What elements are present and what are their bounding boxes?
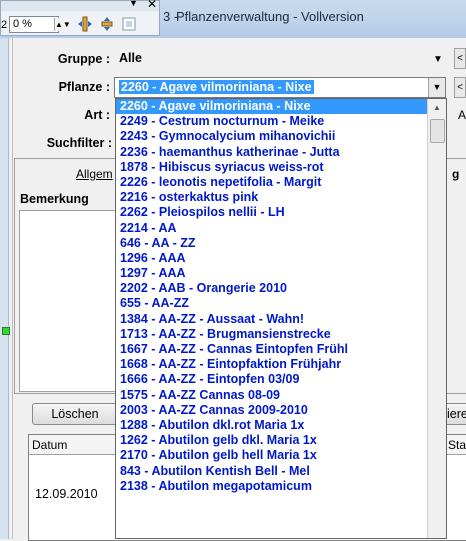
- loeschen-button[interactable]: Löschen: [32, 403, 118, 425]
- fit-width-icon[interactable]: [77, 16, 93, 32]
- grid-header-sta[interactable]: Sta: [445, 435, 466, 455]
- dropdown-item[interactable]: 1384 - AA-ZZ - Aussaat - Wahn!: [116, 312, 428, 327]
- dropdown-item[interactable]: 655 - AA-ZZ: [116, 296, 428, 311]
- suchfilter-label: Suchfilter :: [46, 136, 112, 150]
- dropdown-item[interactable]: 1667 - AA-ZZ - Cannas Eintopfen Frühl: [116, 342, 428, 357]
- dropdown-item[interactable]: 1297 - AAA: [116, 266, 428, 281]
- dropdown-item[interactable]: 2138 - Abutilon megapotamicum: [116, 479, 428, 494]
- pflanze-label: Pflanze :: [58, 80, 110, 94]
- pflanze-dropdown-icon[interactable]: ▼: [428, 78, 445, 97]
- dropdown-item[interactable]: 2216 - osterkaktus pink: [116, 190, 428, 205]
- gruppe-select[interactable]: Alle ▼: [114, 48, 444, 69]
- scroll-up-icon[interactable]: ▲: [428, 99, 446, 116]
- dropdown-item[interactable]: 2243 - Gymnocalycium mihanovichii: [116, 129, 428, 144]
- grid-cell-date[interactable]: 12.09.2010: [35, 487, 98, 501]
- dropdown-scrollbar[interactable]: ▲: [427, 99, 446, 538]
- dropdown-item[interactable]: 2003 - AA-ZZ Cannas 2009-2010: [116, 403, 428, 418]
- dropdown-item[interactable]: 1668 - AA-ZZ - Eintopfaktion Frühjahr: [116, 357, 428, 372]
- grid-header-datum[interactable]: Datum: [29, 435, 117, 455]
- tab-allgemein[interactable]: Allgem: [76, 167, 113, 181]
- pflanze-select[interactable]: 2260 - Agave vilmoriniana - Nixe ▼: [114, 77, 446, 98]
- zoom-spinner-icon[interactable]: ▲▼: [54, 18, 71, 31]
- dropdown-item[interactable]: 843 - Abutilon Kentish Bell - Mel: [116, 464, 428, 479]
- zoom-value: 0 %: [13, 18, 32, 30]
- dropdown-items: 2260 - Agave vilmoriniana - Nixe 2249 - C…: [116, 99, 428, 494]
- zoom-toolbar: ▼ ✕ 2 0 % ▲▼: [0, 0, 160, 36]
- dropdown-item[interactable]: 2260 - Agave vilmoriniana - Nixe: [116, 99, 428, 115]
- page-view-icon[interactable]: [121, 16, 137, 32]
- dropdown-item[interactable]: 2214 - AA: [116, 221, 428, 236]
- fit-page-icon[interactable]: [99, 16, 115, 32]
- dropdown-item[interactable]: 1575 - AA-ZZ Cannas 08-09: [116, 388, 428, 403]
- toolbar-close-icon[interactable]: ✕: [147, 0, 157, 11]
- resize-handle[interactable]: [2, 327, 10, 335]
- art-right-fragment: A: [458, 108, 466, 122]
- gruppe-value: Alle: [119, 51, 142, 65]
- bemerkung-label: Bemerkung: [20, 192, 89, 206]
- bemerkung-textarea[interactable]: [19, 210, 121, 392]
- dropdown-item[interactable]: 1878 - Hibiscus syriacus weiss-rot: [116, 160, 428, 175]
- dropdown-item[interactable]: 646 - AA - ZZ: [116, 236, 428, 251]
- dropdown-item[interactable]: 1296 - AAA: [116, 251, 428, 266]
- toolbar-left-fragment: 2: [1, 19, 8, 31]
- dropdown-item[interactable]: 2236 - haemanthus katherinae - Jutta: [116, 145, 428, 160]
- pflanze-value: 2260 - Agave vilmoriniana - Nixe: [119, 80, 314, 94]
- dropdown-item[interactable]: 1713 - AA-ZZ - Brugmansienstrecke: [116, 327, 428, 342]
- dropdown-item[interactable]: 1262 - Abutilon gelb dkl. Maria 1x: [116, 433, 428, 448]
- gruppe-side-button[interactable]: <: [454, 48, 466, 69]
- dropdown-item[interactable]: 2249 - Cestrum nocturnum - Meike: [116, 114, 428, 129]
- gruppe-dropdown-icon[interactable]: ▼: [433, 50, 443, 69]
- pflanze-side-button[interactable]: <: [454, 77, 466, 98]
- zoom-input[interactable]: 0 % ▲▼: [9, 16, 71, 33]
- toolbar-menu-chevron-icon[interactable]: ▼: [129, 0, 138, 8]
- dropdown-item[interactable]: 2262 - Pleiospilos nellii - LH: [116, 205, 428, 220]
- dropdown-item[interactable]: 2202 - AAB - Orangerie 2010: [116, 281, 428, 296]
- scroll-thumb[interactable]: [430, 119, 445, 143]
- gruppe-label: Gruppe :: [57, 52, 110, 66]
- art-label: Art :: [84, 108, 110, 122]
- window-title: Pflanzenverwaltung - Vollversion: [176, 9, 364, 24]
- left-window-frame: [0, 38, 9, 539]
- tab-right-fragment[interactable]: g: [452, 167, 459, 181]
- dropdown-item[interactable]: 2170 - Abutilon gelb hell Maria 1x: [116, 448, 428, 463]
- dropdown-item[interactable]: 1288 - Abutilon dkl.rot Maria 1x: [116, 418, 428, 433]
- dropdown-item[interactable]: 1666 - AA-ZZ - Eintopfen 03/09: [116, 372, 428, 387]
- pflanze-dropdown-list[interactable]: 2260 - Agave vilmoriniana - Nixe 2249 - C…: [115, 98, 447, 539]
- dropdown-item[interactable]: 2226 - leonotis nepetifolia - Margit: [116, 175, 428, 190]
